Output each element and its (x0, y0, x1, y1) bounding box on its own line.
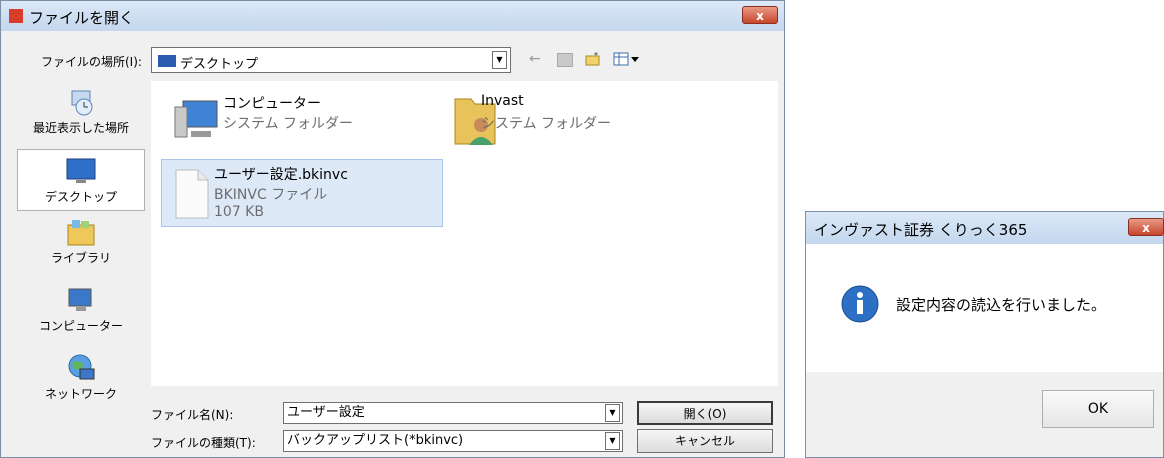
item-size: 107 KB (214, 204, 264, 220)
button-bar: OK (806, 372, 1163, 457)
computer-icon (173, 95, 221, 147)
computer-icon (66, 285, 96, 315)
back-arrow-icon[interactable]: ← (529, 51, 541, 67)
item-name: Invast (481, 93, 524, 109)
place-label: ネットワーク (44, 387, 117, 401)
file-name-value: ユーザー設定 (287, 405, 365, 420)
item-name: コンピューター (223, 96, 321, 112)
place-computer[interactable]: コンピューター (17, 285, 145, 347)
chevron-down-icon[interactable]: ▼ (605, 432, 620, 450)
title-bar: ファイルを開く x (1, 1, 784, 31)
chevron-down-icon[interactable]: ▼ (605, 404, 620, 422)
open-button[interactable]: 開く(O) (637, 401, 773, 425)
ok-button[interactable]: OK (1042, 390, 1154, 428)
item-type: BKINVC ファイル (214, 187, 328, 203)
item-type: システム フォルダー (223, 116, 354, 132)
up-folder-icon[interactable] (557, 53, 573, 67)
place-network[interactable]: ネットワーク (17, 353, 145, 415)
new-folder-icon[interactable]: * (585, 51, 601, 66)
place-label: デスクトップ (44, 190, 117, 204)
places-bar: 最近表示した場所 デスクトップ ライブラリ コンピューター ネットワーク (17, 81, 145, 401)
libraries-icon (66, 217, 96, 247)
place-desktop[interactable]: デスクトップ (17, 149, 145, 211)
look-in-label: ファイルの場所(I): (41, 55, 142, 69)
chevron-down-icon[interactable]: ▼ (492, 51, 507, 69)
close-button[interactable]: x (742, 6, 778, 24)
place-recent[interactable]: 最近表示した場所 (17, 87, 145, 149)
view-menu-icon[interactable] (613, 51, 643, 67)
place-label: コンピューター (38, 319, 123, 333)
file-type-value: バックアップリスト(*bkinvc) (287, 433, 464, 448)
file-list-view[interactable]: コンピューター システム フォルダー Invast システム フォルダー ユーザ… (151, 81, 778, 386)
recent-places-icon (66, 87, 96, 117)
list-item[interactable]: コンピューター システム フォルダー (161, 89, 451, 149)
file-name-input[interactable]: ユーザー設定 ▼ (283, 402, 623, 424)
dialog-title: ファイルを開く (29, 9, 135, 27)
svg-text:*: * (594, 52, 598, 60)
close-button[interactable]: x (1128, 218, 1164, 236)
list-item-selected[interactable]: ユーザー設定.bkinvc BKINVC ファイル 107 KB (161, 159, 443, 227)
cancel-button[interactable]: キャンセル (637, 429, 773, 453)
title-bar: インヴァスト証券 くりっく365 x (806, 212, 1164, 244)
place-label: ライブラリ (50, 251, 111, 265)
file-type-label: ファイルの種類(T): (151, 436, 256, 450)
look-in-combo[interactable]: デスクトップ ▼ (151, 47, 511, 73)
info-icon (840, 284, 880, 328)
message-box-dialog: インヴァスト証券 くりっく365 x 設定内容の読込を行いました。 OK (805, 211, 1164, 458)
network-icon (66, 353, 96, 383)
place-libraries[interactable]: ライブラリ (17, 217, 145, 279)
file-type-select[interactable]: バックアップリスト(*bkinvc) ▼ (283, 430, 623, 452)
item-name: ユーザー設定.bkinvc (214, 167, 348, 183)
desktop-icon (66, 156, 96, 186)
dialog-title: インヴァスト証券 くりっく365 (814, 221, 1028, 239)
file-icon (172, 166, 212, 226)
message-text: 設定内容の読込を行いました。 (896, 296, 1107, 314)
open-file-dialog: ファイルを開く x ファイルの場所(I): デスクトップ ▼ ← * 最近表示し… (0, 0, 785, 458)
desktop-small-icon (158, 55, 176, 67)
file-name-label: ファイル名(N): (151, 408, 234, 422)
item-type: システム フォルダー (481, 116, 612, 132)
look-in-value: デスクトップ (180, 57, 259, 72)
app-icon (9, 9, 23, 23)
place-label: 最近表示した場所 (32, 121, 129, 135)
list-item[interactable]: Invast システム フォルダー (441, 89, 741, 149)
